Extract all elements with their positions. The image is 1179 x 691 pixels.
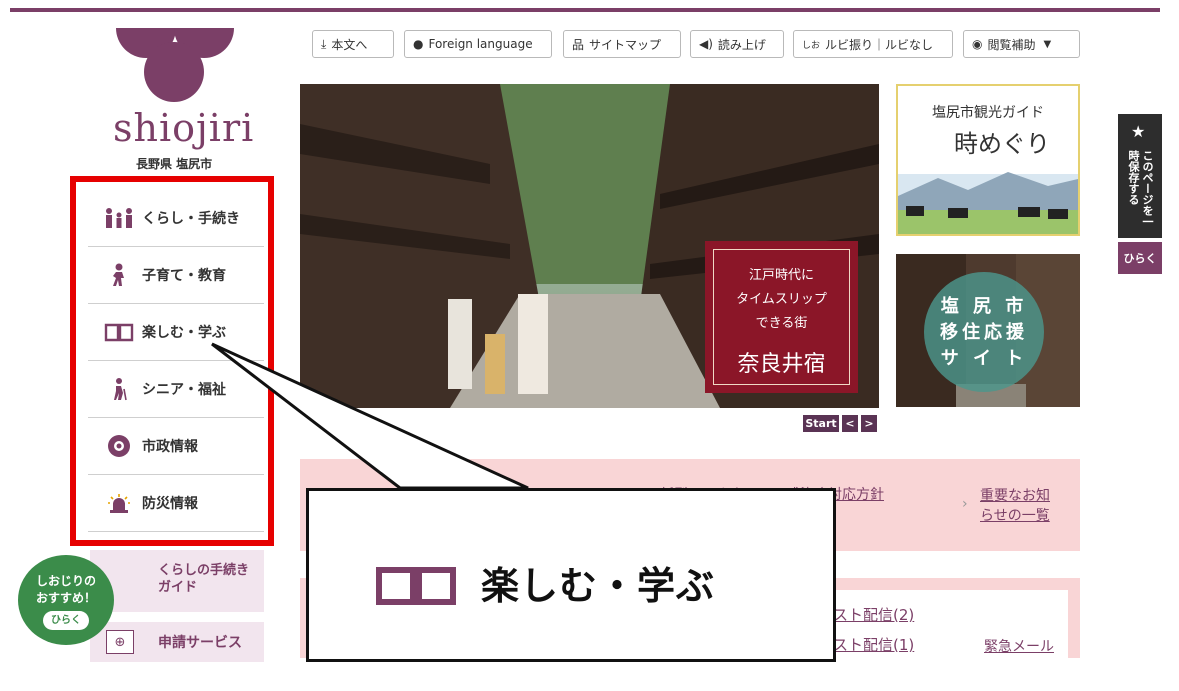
nav-item-city-info[interactable]: 市政情報 [88, 418, 264, 475]
logo-subtitle: 長野県 塩尻市 [136, 157, 213, 171]
slider-next-button[interactable]: > [861, 415, 877, 432]
family-icon [104, 205, 134, 231]
nav-item-label: 市政情報 [142, 439, 198, 455]
nav-item-childcare[interactable]: 子育て・教育 [88, 247, 264, 304]
child-icon [104, 262, 134, 288]
nav-item-senior[interactable]: シニア・福祉 [88, 361, 264, 418]
zoom-callout: 楽しむ・学ぶ [306, 488, 836, 662]
foreign-language-label: Foreign language [428, 37, 533, 51]
chevron-down-icon: ▼ [1043, 38, 1052, 50]
siren-icon [104, 490, 134, 516]
globe-icon: ⊕ [106, 630, 134, 654]
ruby-label: ルビ振り｜ルビなし [825, 37, 934, 52]
living-guide-banner[interactable]: くらしの手続きガイド [90, 550, 264, 612]
migration-support-banner[interactable]: 塩 尻 市 移住応援 サ イ ト [896, 254, 1080, 407]
tourism-guide-banner[interactable]: 塩尻市観光ガイド 時めぐり [896, 84, 1080, 236]
logo-wordmark: shiojiri [113, 106, 255, 150]
save-page-tab[interactable]: ★ このページを一時保存する [1118, 114, 1162, 238]
global-nav: くらし・手続き 子育て・教育 楽しむ・学ぶ シニア・福祉 市政情報 防災情報 [70, 176, 274, 546]
site-logo[interactable]: shiojiri 長野県 塩尻市 [100, 14, 253, 174]
book-icon [104, 319, 134, 345]
read-aloud-label: 読み上げ [717, 37, 766, 52]
browse-assist-label: 閲覧補助 [987, 37, 1036, 52]
nav-item-label: 防災情報 [142, 496, 198, 512]
tourism-title: 塩尻市観光ガイド [932, 105, 1044, 121]
migration-circle: 塩 尻 市 移住応援 サ イ ト [924, 272, 1044, 392]
city-emblem-icon [104, 433, 134, 459]
nav-item-label: 子育て・教育 [142, 268, 226, 284]
read-aloud-button[interactable]: ◀) 読み上げ [690, 30, 784, 58]
slider-caption[interactable]: 江戸時代に タイムスリップ できる街 奈良井宿 [705, 241, 858, 393]
nav-item-enjoy-learn[interactable]: 楽しむ・学ぶ [88, 304, 264, 361]
emergency-mail-link[interactable]: 緊急メール [984, 636, 1054, 656]
caption-title: 奈良井宿 [737, 352, 826, 377]
foreign-language-button[interactable]: ● Foreign language [404, 30, 552, 58]
nav-item-living[interactable]: くらし・手続き [88, 190, 264, 247]
migration-line: 移住応援 [940, 322, 1028, 343]
download-icon: ⤓ [321, 36, 327, 51]
caption-line: 江戸時代に [748, 268, 814, 283]
ruby-toggle-button[interactable]: しお ルビ振り｜ルビなし [793, 30, 953, 58]
recommend-badge[interactable]: しおじりのおすすめ！ ひらく [18, 555, 114, 645]
book-icon [376, 567, 456, 605]
caption-line: タイムスリップ [736, 292, 827, 307]
ruby-icon: しお [802, 40, 821, 51]
tourism-subtitle: 時めぐり [954, 130, 1050, 158]
important-list-link[interactable]: 重要なお知らせの一覧 [980, 486, 1060, 526]
browse-assist-dropdown[interactable]: ◉ 閲覧補助 ▼ [963, 30, 1080, 58]
save-page-label: このページを一時保存する [1127, 150, 1154, 227]
bookmark-icon: ★ [1131, 122, 1146, 141]
recommend-label: しおじりのおすすめ！ [35, 574, 96, 605]
grape-logo-icon [116, 28, 234, 102]
eye-icon: ◉ [972, 37, 983, 51]
sitemap-button[interactable]: 品サイトマップ [563, 30, 681, 58]
speaker-icon: ◀) [699, 37, 713, 51]
slider-start-button[interactable]: Start [803, 415, 839, 432]
apply-service-banner[interactable]: ⊕ 申請サービス [90, 622, 264, 662]
nav-item-label: 楽しむ・学ぶ [142, 325, 226, 341]
skip-to-main-label: 本文へ [331, 37, 368, 52]
nav-item-label: シニア・福祉 [142, 382, 226, 398]
migration-line: 塩 尻 市 [940, 296, 1028, 317]
caption-line: できる街 [755, 316, 808, 331]
sitemap-icon: 品 [572, 37, 585, 52]
nav-item-disaster[interactable]: 防災情報 [88, 475, 264, 532]
top-accent-bar [10, 8, 1160, 12]
recommend-open-button[interactable]: ひらく [43, 611, 89, 630]
sitemap-label: サイトマップ [589, 37, 662, 52]
chevron-right-icon: › [962, 496, 968, 512]
apply-service-label: 申請サービス [158, 635, 242, 651]
living-guide-label: くらしの手続きガイド [158, 563, 250, 595]
save-page-open-button[interactable]: ひらく [1118, 242, 1162, 274]
nav-item-label: くらし・手続き [142, 211, 240, 227]
callout-label: 楽しむ・学ぶ [481, 564, 716, 608]
skip-to-main-button[interactable]: ⤓ 本文へ [312, 30, 394, 58]
slider-prev-button[interactable]: < [842, 415, 858, 432]
migration-line: サ イ ト [940, 348, 1028, 369]
senior-icon [104, 376, 134, 402]
globe-icon: ● [413, 37, 424, 51]
